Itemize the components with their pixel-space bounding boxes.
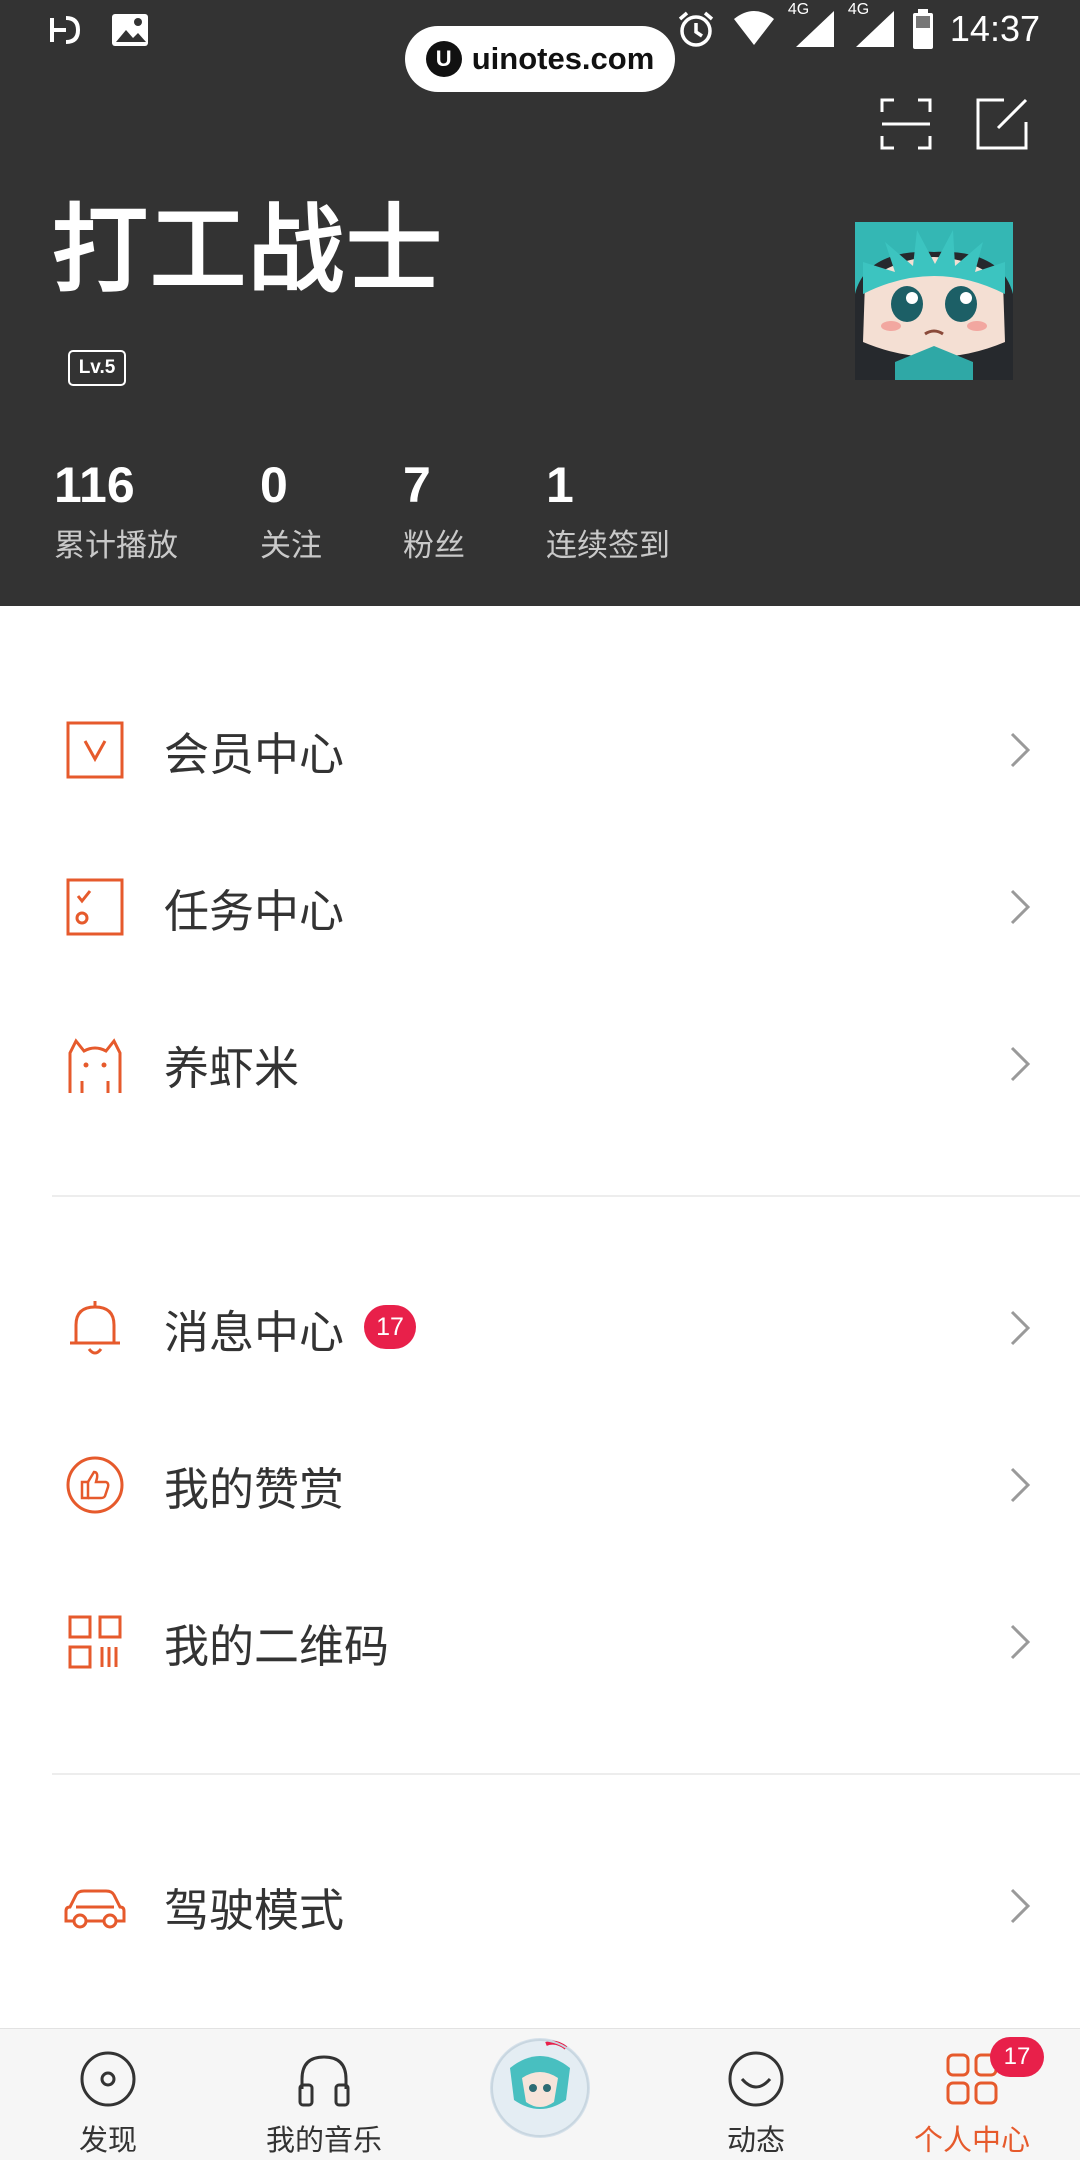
profile-header: 4G 4G 14:37 U uinotes.com 打工战士 Lv.5 116 … — [0, 0, 1080, 606]
menu-label: 我的赞赏 — [164, 1462, 345, 1516]
now-playing-disc[interactable] — [490, 2038, 590, 2138]
divider — [52, 1195, 1080, 1197]
watermark: U uinotes.com — [405, 26, 675, 92]
avatar-image — [855, 222, 1013, 380]
divider — [52, 1773, 1080, 1775]
level-badge[interactable]: Lv.5 — [68, 350, 126, 386]
menu-label: 任务中心 — [164, 884, 345, 938]
menu-item-my-qr-code[interactable]: 我的二维码 — [0, 1567, 1080, 1717]
avatar[interactable] — [855, 222, 1013, 380]
tab-feed[interactable]: 动态 — [656, 2029, 856, 2160]
headphones-icon — [298, 2055, 350, 2107]
image-notification-icon — [112, 14, 148, 46]
tab-badge: 17 — [990, 2037, 1044, 2077]
chevron-right-icon — [1010, 1046, 1031, 1082]
menu-item-my-appreciation[interactable]: 我的赞赏 — [0, 1410, 1080, 1560]
tab-label: 发现 — [78, 2123, 137, 2157]
vip-icon — [66, 721, 124, 779]
wifi-icon — [733, 11, 774, 45]
menu-label: 会员中心 — [164, 727, 345, 781]
tab-profile[interactable]: 17 个人中心 — [872, 2029, 1072, 2160]
menu-item-task-center[interactable]: 任务中心 — [0, 832, 1080, 982]
menu-item-message-center[interactable]: 消息中心 17 — [0, 1253, 1080, 1403]
smile-face-icon — [728, 2051, 784, 2107]
menu-label: 驾驶模式 — [164, 1883, 345, 1937]
app-notification-icon — [50, 16, 81, 44]
tab-my-music[interactable]: 我的音乐 — [224, 2029, 424, 2160]
chevron-right-icon — [1010, 1310, 1031, 1346]
task-checklist-icon — [66, 878, 124, 936]
stat-value: 116 — [54, 457, 135, 513]
tab-label: 动态 — [726, 2123, 785, 2157]
edit-icon[interactable] — [974, 96, 1030, 152]
stat-following[interactable]: 0 关注 — [260, 456, 322, 565]
username[interactable]: 打工战士 — [52, 197, 444, 304]
battery-icon — [912, 9, 933, 49]
scan-icon[interactable] — [878, 96, 934, 152]
stat-checkin[interactable]: 1 连续签到 — [546, 456, 670, 565]
watermark-logo: U — [425, 41, 462, 77]
tab-label: 个人中心 — [913, 2123, 1030, 2157]
now-playing-cover — [491, 2039, 589, 2137]
car-icon — [64, 1889, 126, 1929]
thumbs-up-icon — [66, 1456, 124, 1514]
watermark-text: uinotes.com — [471, 41, 655, 76]
stat-label: 关注 — [260, 528, 322, 564]
stat-value: 0 — [260, 457, 288, 513]
disc-discover-icon — [80, 2051, 136, 2107]
stat-fans[interactable]: 7 粉丝 — [403, 456, 465, 565]
stat-plays[interactable]: 116 累计播放 — [54, 456, 178, 565]
menu-item-raise-xiami[interactable]: 养虾米 — [0, 989, 1080, 1139]
chevron-right-icon — [1010, 889, 1031, 925]
chevron-right-icon — [1010, 1888, 1031, 1924]
signal-icon-1: 4G — [788, 1, 836, 49]
unread-badge: 17 — [364, 1305, 416, 1349]
chevron-right-icon — [1010, 1467, 1031, 1503]
signal-icon-2: 4G — [848, 1, 896, 49]
tab-discover[interactable]: 发现 — [8, 2029, 208, 2160]
stat-value: 1 — [546, 457, 574, 513]
stat-label: 粉丝 — [403, 528, 465, 564]
tab-label: 我的音乐 — [265, 2123, 382, 2157]
menu-label: 我的二维码 — [164, 1619, 390, 1673]
menu-label: 养虾米 — [164, 1041, 300, 1095]
qr-code-icon — [68, 1615, 122, 1669]
clock: 14:37 — [949, 8, 1040, 49]
chevron-right-icon — [1010, 1624, 1031, 1660]
menu-label: 消息中心 — [164, 1305, 345, 1359]
menu-item-driving-mode[interactable]: 驾驶模式 — [0, 1831, 1080, 1981]
chevron-right-icon — [1010, 732, 1031, 768]
menu-item-vip-center[interactable]: 会员中心 — [0, 675, 1080, 825]
stat-label: 累计播放 — [54, 528, 178, 564]
stat-label: 连续签到 — [546, 528, 670, 564]
bell-icon — [70, 1301, 120, 1355]
cat-icon — [68, 1038, 122, 1093]
stat-value: 7 — [403, 457, 431, 513]
alarm-icon — [678, 11, 714, 47]
profile-stats: 116 累计播放 0 关注 7 粉丝 1 连续签到 — [54, 456, 1054, 566]
